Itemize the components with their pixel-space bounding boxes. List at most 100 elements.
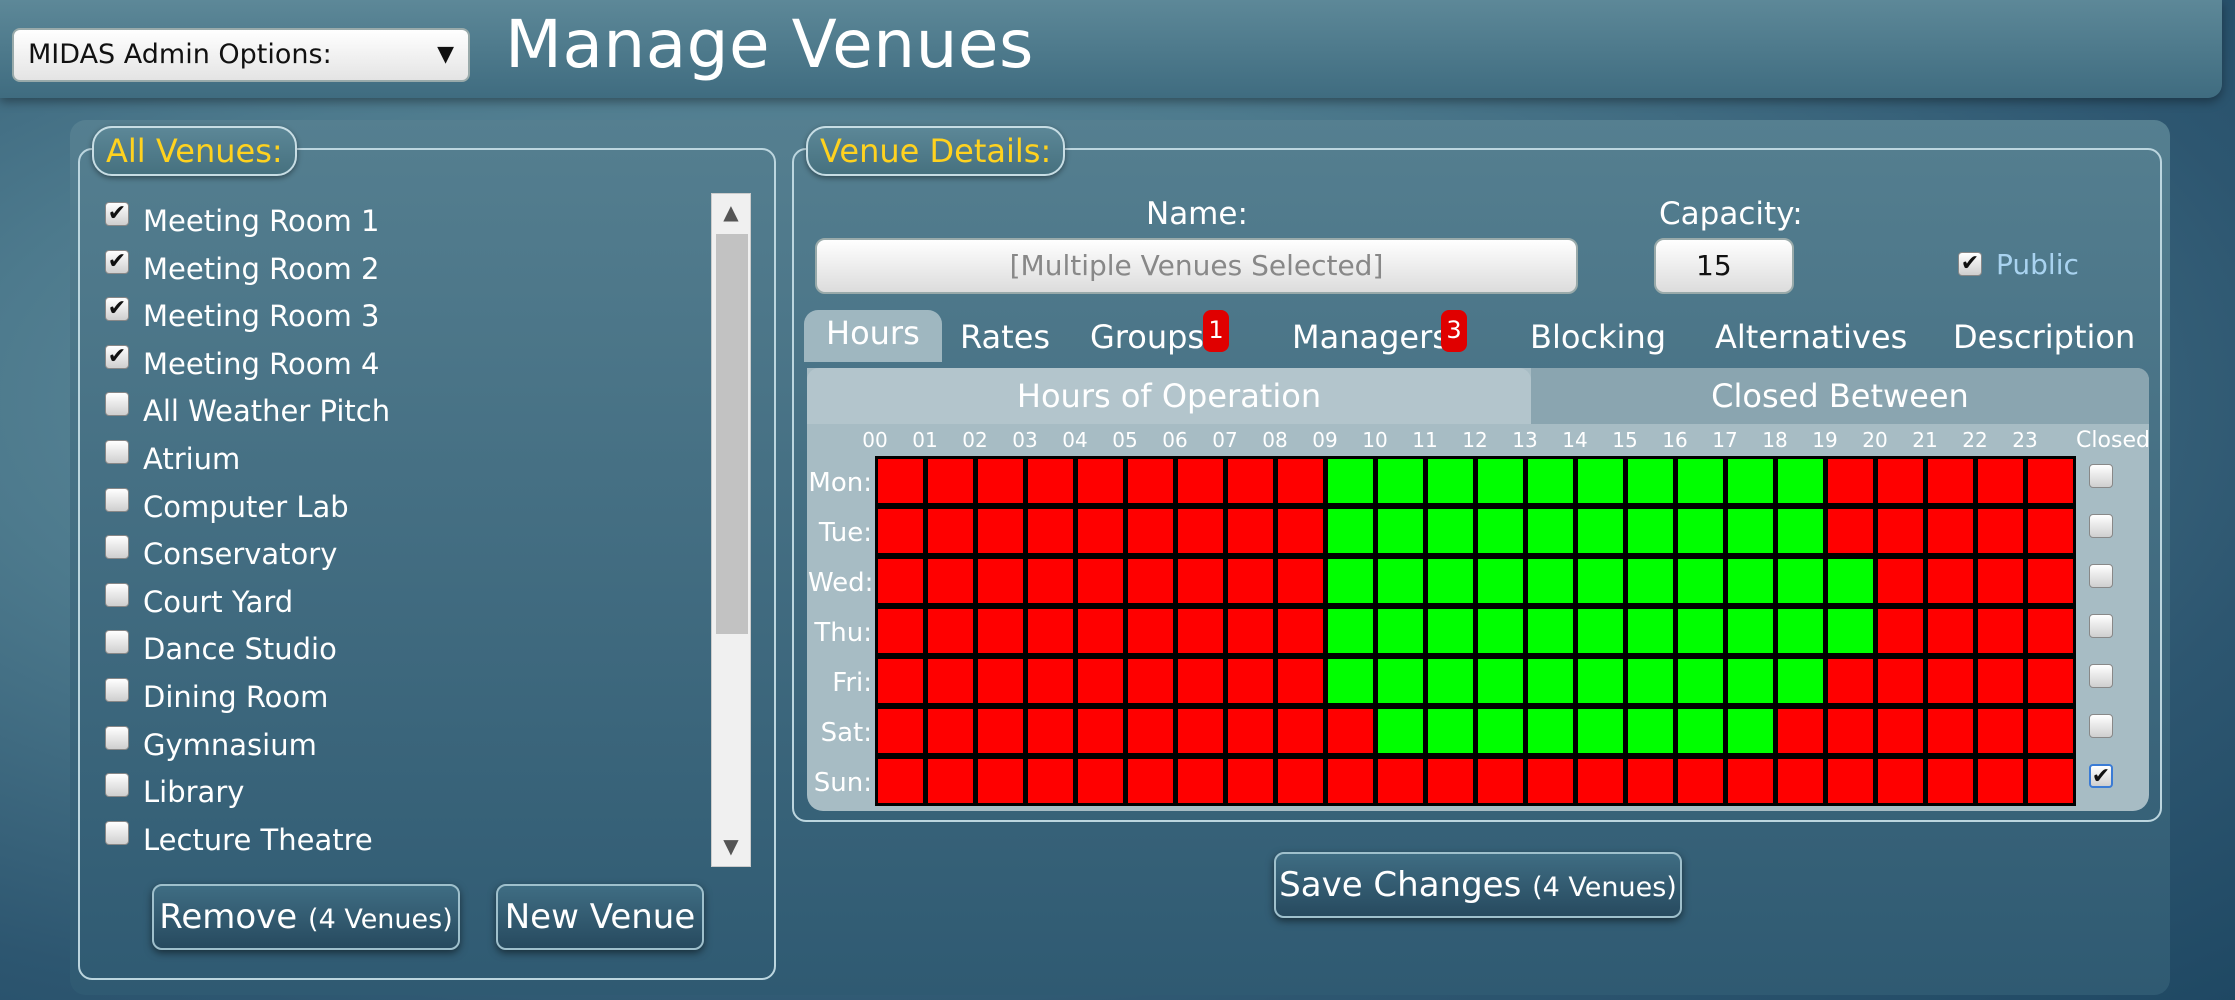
hour-cell[interactable] xyxy=(1528,659,1573,703)
hour-cell[interactable] xyxy=(1078,559,1123,603)
hour-cell[interactable] xyxy=(1878,459,1923,503)
hour-cell[interactable] xyxy=(1078,759,1123,803)
hour-cell[interactable] xyxy=(1328,759,1373,803)
hour-cell[interactable] xyxy=(928,559,973,603)
hour-cell[interactable] xyxy=(1328,659,1373,703)
admin-options-dropdown[interactable]: MIDAS Admin Options: ▼ xyxy=(12,28,470,82)
tab-hours[interactable]: Hours xyxy=(804,310,942,362)
hour-cell[interactable] xyxy=(2028,509,2073,553)
hour-cell[interactable] xyxy=(1578,509,1623,553)
hour-cell[interactable] xyxy=(1178,459,1223,503)
remove-venues-button[interactable]: Remove (4 Venues) xyxy=(152,884,460,950)
new-venue-button[interactable]: New Venue xyxy=(496,884,704,950)
capacity-field[interactable]: 15 xyxy=(1654,238,1794,294)
hour-cell[interactable] xyxy=(2028,459,2073,503)
tab-alternatives[interactable]: Alternatives xyxy=(1715,318,1907,356)
venue-checkbox[interactable] xyxy=(105,392,129,417)
hour-cell[interactable] xyxy=(1578,659,1623,703)
scrollbar-thumb[interactable] xyxy=(716,234,748,634)
hour-cell[interactable] xyxy=(1828,459,1873,503)
tab-blocking[interactable]: Blocking xyxy=(1530,318,1666,356)
hour-cell[interactable] xyxy=(1978,509,2023,553)
hour-cell[interactable] xyxy=(1128,759,1173,803)
hour-cell[interactable] xyxy=(1128,459,1173,503)
tab-managers[interactable]: Managers xyxy=(1292,318,1449,356)
hour-cell[interactable] xyxy=(2028,709,2073,753)
hour-cell[interactable] xyxy=(878,459,923,503)
hour-cell[interactable] xyxy=(1228,509,1273,553)
hour-cell[interactable] xyxy=(1778,609,1823,653)
day-closed-checkbox[interactable]: ✔ xyxy=(2089,764,2113,788)
hour-cell[interactable] xyxy=(1128,559,1173,603)
hour-cell[interactable] xyxy=(1878,709,1923,753)
hour-cell[interactable] xyxy=(1578,609,1623,653)
hour-cell[interactable] xyxy=(1228,759,1273,803)
hour-cell[interactable] xyxy=(1678,759,1723,803)
hour-cell[interactable] xyxy=(2028,759,2073,803)
hour-cell[interactable] xyxy=(1578,559,1623,603)
hour-cell[interactable] xyxy=(1478,709,1523,753)
hour-cell[interactable] xyxy=(1478,509,1523,553)
hour-cell[interactable] xyxy=(1328,709,1373,753)
hour-cell[interactable] xyxy=(1978,559,2023,603)
hour-cell[interactable] xyxy=(1378,759,1423,803)
venue-checkbox[interactable] xyxy=(105,630,129,655)
hour-cell[interactable] xyxy=(1278,709,1323,753)
hour-cell[interactable] xyxy=(1778,709,1823,753)
hour-cell[interactable] xyxy=(928,759,973,803)
hour-cell[interactable] xyxy=(1728,509,1773,553)
venue-checkbox[interactable] xyxy=(105,678,129,702)
venue-checkbox[interactable] xyxy=(105,487,129,512)
hour-cell[interactable] xyxy=(978,759,1023,803)
hour-cell[interactable] xyxy=(878,759,923,803)
hour-cell[interactable] xyxy=(1728,709,1773,753)
day-closed-checkbox[interactable] xyxy=(2089,514,2113,538)
hour-cell[interactable] xyxy=(1928,759,1973,803)
hour-cell[interactable] xyxy=(1728,609,1773,653)
hour-cell[interactable] xyxy=(1428,509,1473,553)
hour-cell[interactable] xyxy=(1028,609,1073,653)
hour-cell[interactable] xyxy=(1978,759,2023,803)
hour-cell[interactable] xyxy=(1428,559,1473,603)
subtab-hours-of-operation[interactable]: Hours of Operation xyxy=(807,368,1531,424)
hour-cell[interactable] xyxy=(928,609,973,653)
hour-cell[interactable] xyxy=(928,659,973,703)
venue-checkbox[interactable] xyxy=(105,535,129,560)
hour-cell[interactable] xyxy=(1828,509,1873,553)
hour-cell[interactable] xyxy=(1678,459,1723,503)
hour-cell[interactable] xyxy=(1378,509,1423,553)
venue-checkbox[interactable]: ✔ xyxy=(105,344,129,369)
hour-cell[interactable] xyxy=(1628,609,1673,653)
hour-cell[interactable] xyxy=(1478,659,1523,703)
hour-cell[interactable] xyxy=(1328,459,1373,503)
hour-cell[interactable] xyxy=(1078,659,1123,703)
hour-cell[interactable] xyxy=(1628,659,1673,703)
venue-checkbox[interactable] xyxy=(105,820,129,845)
hour-cell[interactable] xyxy=(1428,609,1473,653)
hour-cell[interactable] xyxy=(978,709,1023,753)
hour-cell[interactable] xyxy=(1528,559,1573,603)
hour-cell[interactable] xyxy=(1478,459,1523,503)
hour-cell[interactable] xyxy=(1478,559,1523,603)
hour-cell[interactable] xyxy=(1328,609,1373,653)
hour-cell[interactable] xyxy=(1478,609,1523,653)
hour-cell[interactable] xyxy=(1878,559,1923,603)
hour-cell[interactable] xyxy=(1678,609,1723,653)
hour-cell[interactable] xyxy=(1228,609,1273,653)
hour-cell[interactable] xyxy=(1978,709,2023,753)
hour-cell[interactable] xyxy=(2028,609,2073,653)
hour-cell[interactable] xyxy=(1928,459,1973,503)
venue-checkbox[interactable] xyxy=(105,725,129,750)
hour-cell[interactable] xyxy=(978,559,1023,603)
hour-cell[interactable] xyxy=(1128,609,1173,653)
hour-cell[interactable] xyxy=(1678,659,1723,703)
hour-cell[interactable] xyxy=(1428,459,1473,503)
hour-cell[interactable] xyxy=(1728,559,1773,603)
hour-cell[interactable] xyxy=(1628,559,1673,603)
hour-cell[interactable] xyxy=(978,459,1023,503)
day-closed-checkbox[interactable] xyxy=(2089,464,2113,488)
hour-cell[interactable] xyxy=(1428,709,1473,753)
hour-cell[interactable] xyxy=(1928,609,1973,653)
scroll-up-icon[interactable]: ▲ xyxy=(712,200,750,224)
hour-cell[interactable] xyxy=(1378,659,1423,703)
